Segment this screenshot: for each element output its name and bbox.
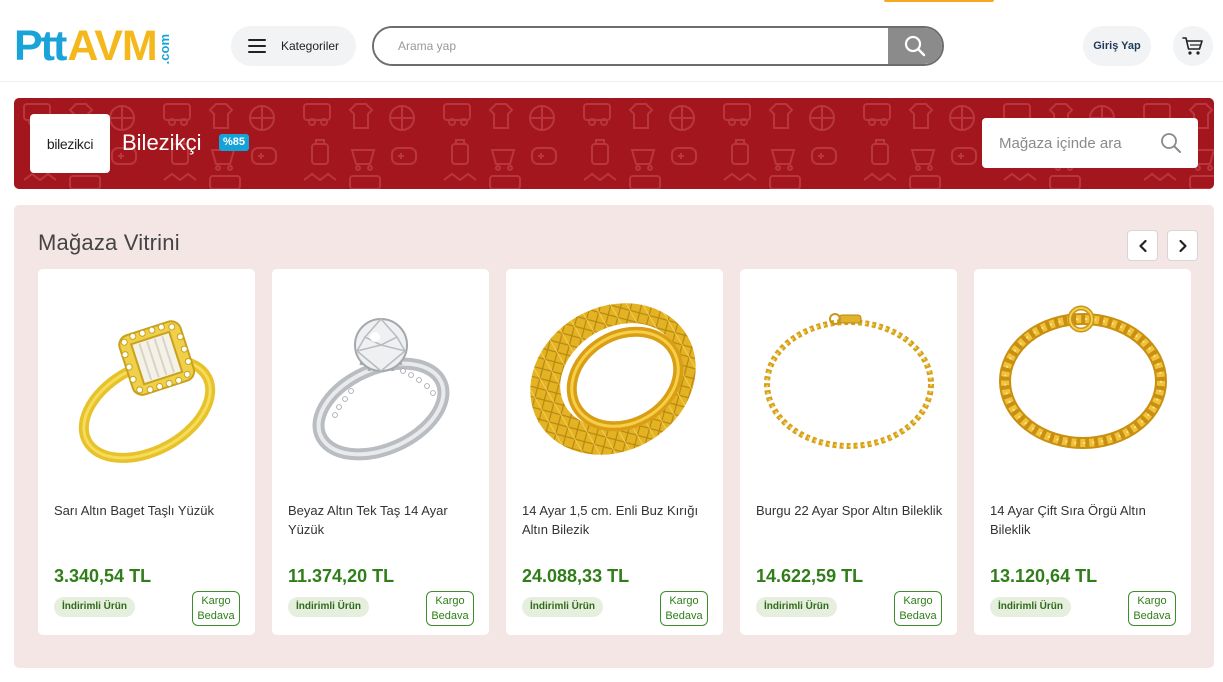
product-name[interactable]: 14 Ayar Çift Sıra Örgü Altın Bileklik — [990, 501, 1180, 539]
pttavm-logo[interactable]: Ptt AVM .com — [14, 22, 172, 68]
free-shipping-line1: Kargo — [201, 595, 231, 607]
logo-com: .com — [156, 33, 172, 64]
discount-badge: İndirimli Ürün — [522, 597, 603, 617]
product-image[interactable] — [748, 279, 949, 479]
product-image[interactable] — [46, 279, 247, 479]
product-price: 14.622,59 TL — [756, 566, 864, 586]
store-search-box — [982, 118, 1198, 168]
store-banner: bilezikci Bilezikçi %85 — [14, 98, 1214, 189]
free-shipping-line1: Kargo — [669, 595, 699, 607]
store-name: Bilezikçi — [122, 130, 202, 155]
product-name[interactable]: Beyaz Altın Tek Taş 14 Ayar Yüzük — [288, 501, 478, 539]
carousel-next-button[interactable] — [1167, 230, 1198, 261]
product-name[interactable]: Sarı Altın Baget Taşlı Yüzük — [54, 501, 244, 520]
categories-button[interactable]: Kategoriler — [231, 26, 356, 66]
diamond-ring-icon — [312, 317, 449, 461]
product-card[interactable]: Sarı Altın Baget Taşlı Yüzük 3.340,54 TL… — [38, 269, 255, 635]
product-name[interactable]: 14 Ayar 1,5 cm. Enli Buz Kırığı Altın Bi… — [522, 501, 712, 539]
gold-braided-bracelet-icon — [998, 305, 1167, 449]
free-shipping-badge: Kargo Bedava — [426, 591, 474, 626]
product-card[interactable]: 14 Ayar 1,5 cm. Enli Buz Kırığı Altın Bi… — [506, 269, 723, 635]
product-price: 13.120,64 TL — [990, 566, 1098, 586]
free-shipping-line2: Bedava — [899, 610, 937, 622]
chevron-left-icon — [1138, 239, 1147, 252]
discount-badge: İndirimli Ürün — [990, 597, 1071, 617]
search-input[interactable] — [374, 28, 888, 64]
product-carousel: Sarı Altın Baget Taşlı Yüzük 3.340,54 TL… — [38, 269, 1203, 635]
cart-icon — [1182, 37, 1203, 55]
discount-badge: İndirimli Ürün — [288, 597, 369, 617]
store-logo[interactable]: bilezikci — [30, 114, 110, 173]
product-card[interactable]: Beyaz Altın Tek Taş 14 Ayar Yüzük 11.374… — [272, 269, 489, 635]
gold-bangle-icon — [529, 303, 696, 455]
store-showcase: Mağaza Vitrini Sarı Altın Baget Taşlı Yü… — [14, 205, 1214, 668]
logo-avm: AVM — [67, 22, 157, 70]
free-shipping-badge: Kargo Bedava — [660, 591, 708, 626]
free-shipping-line2: Bedava — [431, 610, 469, 622]
free-shipping-line2: Bedava — [665, 610, 703, 622]
product-image[interactable] — [514, 279, 715, 479]
product-card[interactable]: Burgu 22 Ayar Spor Altın Bileklik 14.622… — [740, 269, 957, 635]
product-image[interactable] — [280, 279, 481, 479]
free-shipping-badge: Kargo Bedava — [894, 591, 942, 626]
discount-badge: İndirimli Ürün — [756, 597, 837, 617]
store-search-input[interactable] — [999, 134, 1149, 152]
free-shipping-badge: Kargo Bedava — [192, 591, 240, 626]
hamburger-menu-icon — [248, 39, 266, 53]
search-icon — [904, 35, 926, 57]
logo-ptt: Ptt — [14, 22, 67, 70]
product-name[interactable]: Burgu 22 Ayar Spor Altın Bileklik — [756, 501, 946, 520]
search-button[interactable] — [888, 28, 942, 64]
product-price: 24.088,33 TL — [522, 566, 630, 586]
product-price: 3.340,54 TL — [54, 566, 152, 586]
gold-ring-icon — [78, 320, 215, 463]
discount-badge: İndirimli Ürün — [54, 597, 135, 617]
search-icon[interactable] — [1160, 132, 1182, 154]
free-shipping-badge: Kargo Bedava — [1128, 591, 1176, 626]
showcase-title: Mağaza Vitrini — [38, 230, 180, 255]
categories-label: Kategoriler — [281, 39, 340, 53]
free-shipping-line1: Kargo — [435, 595, 465, 607]
gold-chain-bracelet-icon — [763, 313, 934, 449]
free-shipping-line1: Kargo — [903, 595, 933, 607]
store-score-badge: %85 — [219, 134, 250, 151]
free-shipping-line2: Bedava — [197, 610, 235, 622]
free-shipping-line1: Kargo — [1137, 595, 1167, 607]
login-button[interactable]: Giriş Yap — [1083, 26, 1151, 66]
cart-button[interactable] — [1173, 26, 1213, 66]
site-header: Ptt AVM .com Kategoriler Giriş Yap — [0, 0, 1223, 82]
product-card[interactable]: 14 Ayar Çift Sıra Örgü Altın Bileklik 13… — [974, 269, 1191, 635]
search-bar — [372, 26, 944, 66]
product-price: 11.374,20 TL — [288, 566, 395, 586]
top-accent-bar — [884, 0, 994, 2]
product-image[interactable] — [982, 279, 1183, 479]
carousel-prev-button[interactable] — [1127, 230, 1158, 261]
free-shipping-line2: Bedava — [1133, 610, 1171, 622]
chevron-right-icon — [1178, 239, 1187, 252]
